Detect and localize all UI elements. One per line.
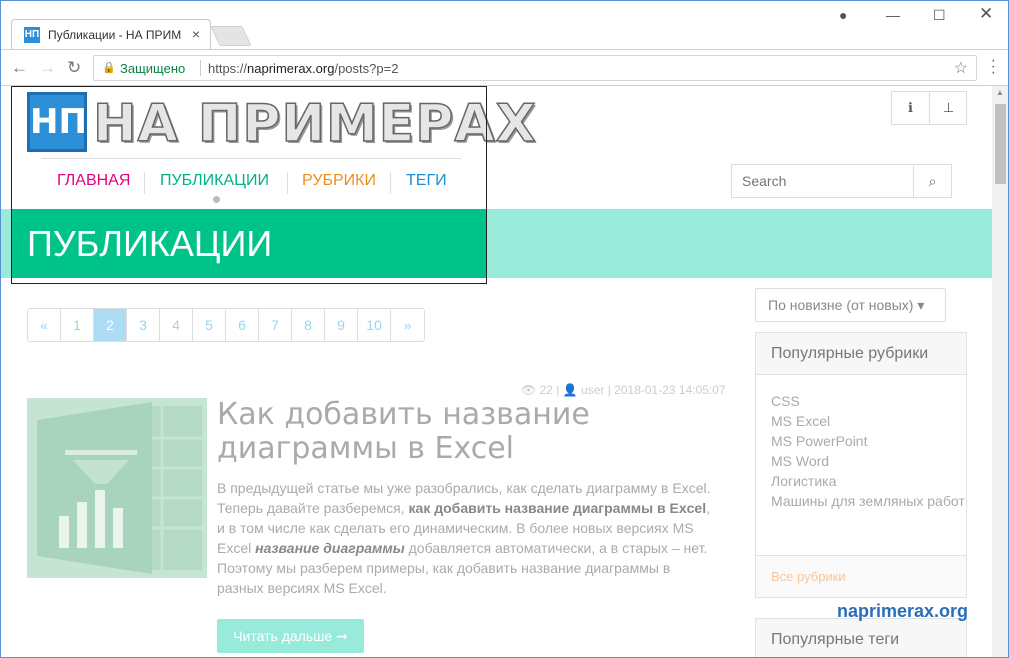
tab-title: Публикации - НА ПРИМ bbox=[48, 28, 182, 42]
browser-menu-icon[interactable]: · · · bbox=[991, 53, 996, 81]
user-icon: 👤 bbox=[562, 383, 578, 397]
header-icon-buttons: ℹ ⊥ bbox=[891, 91, 967, 125]
excerpt-emphasis: название диаграммы bbox=[255, 540, 405, 556]
lock-icon: 🔒 bbox=[102, 62, 116, 74]
search-input[interactable] bbox=[732, 165, 914, 197]
post-title[interactable]: Как добавить название диаграммы в Excel bbox=[217, 398, 737, 466]
profile-icon[interactable]: ● bbox=[839, 7, 847, 23]
nav-divider bbox=[287, 172, 288, 194]
search-box: ⌕ bbox=[731, 164, 952, 198]
address-bar[interactable]: 🔒 Защищено https://naprimerax.org/posts?… bbox=[93, 55, 977, 81]
url-path: /posts?p=2 bbox=[334, 61, 399, 76]
pagination: «1 2 3 4 5 6 7 8 9 10» bbox=[27, 308, 425, 342]
post-author[interactable]: user bbox=[581, 383, 604, 397]
page-link[interactable]: 3 bbox=[127, 309, 160, 341]
nav-divider bbox=[390, 172, 391, 194]
secure-label: Защищено bbox=[120, 61, 186, 76]
maximize-icon[interactable]: ☐ bbox=[933, 7, 946, 24]
url-prefix: https:// bbox=[208, 61, 248, 76]
category-link[interactable]: Логистика bbox=[771, 471, 966, 491]
minimize-icon[interactable]: — bbox=[886, 7, 900, 23]
post-views: 22 bbox=[539, 383, 553, 397]
category-link[interactable]: MS Excel bbox=[771, 411, 966, 431]
close-tab-icon[interactable]: × bbox=[192, 26, 200, 42]
nav-tags[interactable]: ТЕГИ bbox=[406, 172, 447, 190]
browser-tab[interactable]: НП Публикации - НА ПРИМ × bbox=[11, 19, 211, 49]
category-list: CSS MS Excel MS PowerPoint MS Word Логис… bbox=[756, 375, 966, 511]
address-separator bbox=[200, 60, 201, 76]
new-tab-button[interactable] bbox=[210, 26, 252, 46]
post-date: 2018-01-23 14:05:07 bbox=[614, 383, 726, 397]
page-scrollbar[interactable]: ▲ bbox=[992, 86, 1008, 657]
bookmark-star-icon[interactable]: ☆ bbox=[954, 58, 968, 78]
active-nav-indicator bbox=[213, 196, 220, 203]
browser-window: НП Публикации - НА ПРИМ × ● — ☐ ✕ ← → ↻ … bbox=[0, 0, 1009, 658]
views-icon: 👁 bbox=[521, 383, 537, 397]
page-link[interactable]: 5 bbox=[193, 309, 226, 341]
page-banner: ПУБЛИКАЦИИ bbox=[1, 209, 992, 278]
page-link[interactable]: » bbox=[391, 309, 424, 341]
page-link[interactable]: 8 bbox=[292, 309, 325, 341]
nav-home[interactable]: ГЛАВНАЯ bbox=[57, 172, 130, 190]
post-excerpt: В предыдущей статье мы уже разобрались, … bbox=[217, 478, 717, 598]
popular-tags-panel: Популярные теги bbox=[755, 618, 967, 657]
back-icon[interactable]: ← bbox=[11, 58, 28, 78]
all-categories-link[interactable]: Все рубрики bbox=[756, 555, 966, 597]
site-logo[interactable]: НП НА ПРИМЕРАХ bbox=[27, 92, 536, 155]
logo-badge: НП bbox=[27, 92, 87, 152]
scrollbar-thumb[interactable] bbox=[995, 104, 1006, 184]
category-link[interactable]: MS Word bbox=[771, 451, 966, 471]
page-link[interactable]: 1 bbox=[61, 309, 94, 341]
logo-divider bbox=[41, 158, 461, 159]
sort-dropdown[interactable]: По новизне (от новых) ▾ bbox=[755, 288, 946, 322]
url-host: naprimerax.org bbox=[247, 61, 335, 76]
page-link[interactable]: 10 bbox=[358, 309, 391, 341]
address-bar-row: ← → ↻ 🔒 Защищено https://naprimerax.org/… bbox=[1, 49, 1008, 86]
reload-icon[interactable]: ↻ bbox=[67, 58, 81, 78]
post-thumbnail[interactable] bbox=[27, 398, 207, 578]
category-link[interactable]: Машины для земляных работ bbox=[771, 491, 966, 511]
page-link[interactable]: 7 bbox=[259, 309, 292, 341]
page-link[interactable]: 6 bbox=[226, 309, 259, 341]
sitemap-icon[interactable]: ⊥ bbox=[930, 92, 967, 124]
close-window-icon[interactable]: ✕ bbox=[979, 4, 993, 24]
favicon-icon: НП bbox=[24, 27, 40, 43]
nav-categories[interactable]: РУБРИКИ bbox=[302, 172, 376, 190]
site-watermark: naprimerax.org bbox=[837, 601, 969, 621]
url-text: https://naprimerax.org/posts?p=2 bbox=[208, 61, 398, 76]
web-page: НП НА ПРИМЕРАХ ГЛАВНАЯ ПУБЛИКАЦИИ РУБРИК… bbox=[1, 86, 992, 657]
read-more-button[interactable]: Читать дальше ➞ bbox=[217, 619, 364, 653]
info-icon[interactable]: ℹ bbox=[892, 92, 930, 124]
category-link[interactable]: MS PowerPoint bbox=[771, 431, 966, 451]
page-link[interactable]: 4 bbox=[160, 309, 193, 341]
excel-chart-icon bbox=[37, 402, 202, 574]
page-link[interactable]: « bbox=[28, 309, 61, 341]
page-link[interactable]: 9 bbox=[325, 309, 358, 341]
popular-categories-panel: Популярные рубрики CSS MS Excel MS Power… bbox=[755, 332, 967, 598]
post-meta: 👁 22 | 👤 user | 2018-01-23 14:05:07 bbox=[521, 383, 726, 397]
nav-divider bbox=[144, 172, 145, 194]
panel-heading: Популярные теги bbox=[771, 631, 900, 648]
page-link[interactable]: 2 bbox=[94, 309, 127, 341]
logo-text: НА ПРИМЕРАХ bbox=[92, 93, 537, 155]
forward-icon[interactable]: → bbox=[39, 58, 56, 78]
scroll-up-icon[interactable]: ▲ bbox=[996, 88, 1004, 97]
title-bar: НП Публикации - НА ПРИМ × ● — ☐ ✕ bbox=[1, 1, 1008, 49]
excerpt-bold: как добавить название диаграммы в Excel bbox=[408, 500, 707, 516]
panel-heading: Популярные рубрики bbox=[756, 333, 966, 375]
nav-publications[interactable]: ПУБЛИКАЦИИ bbox=[160, 172, 269, 190]
category-link[interactable]: CSS bbox=[771, 391, 966, 411]
page-title: ПУБЛИКАЦИИ bbox=[27, 223, 273, 264]
search-icon[interactable]: ⌕ bbox=[913, 165, 951, 197]
